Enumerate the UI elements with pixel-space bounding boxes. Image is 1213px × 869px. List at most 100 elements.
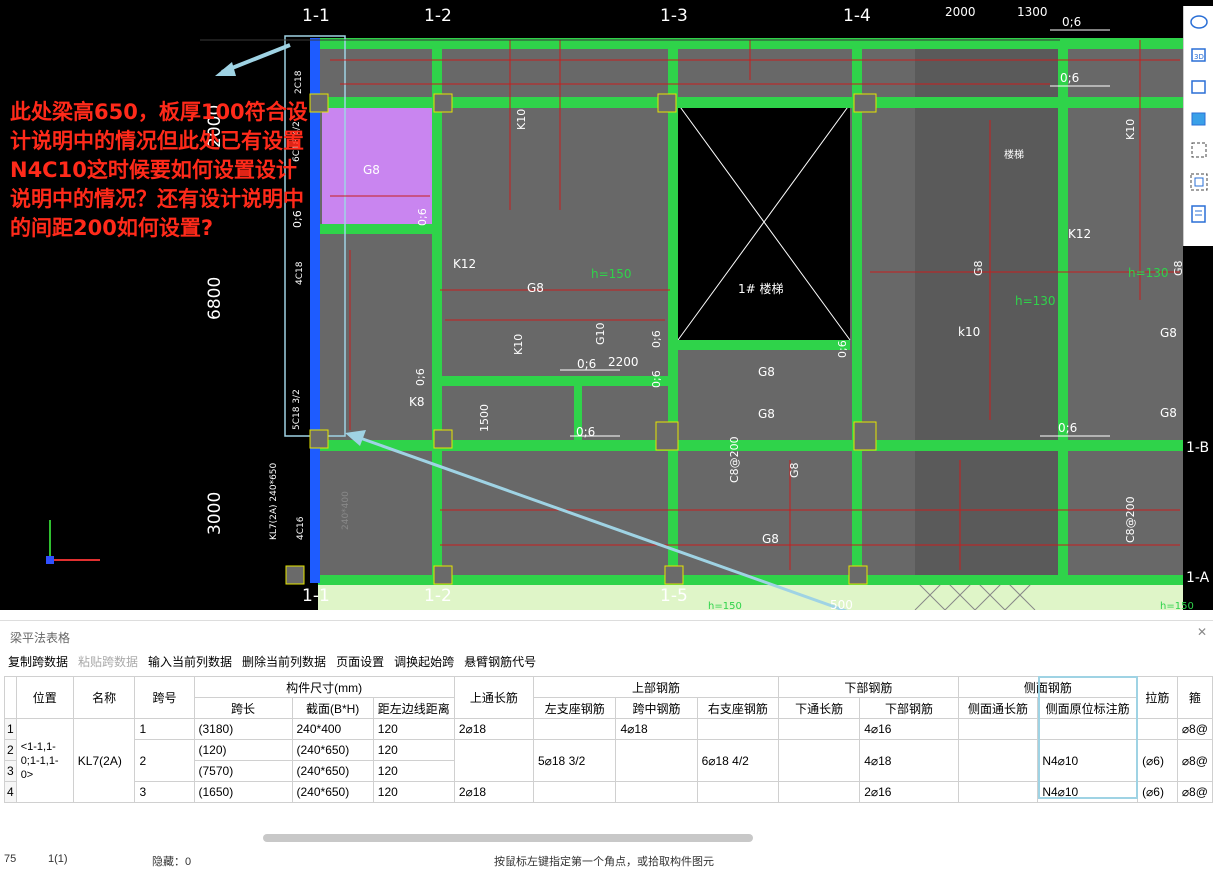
cell-top-continuous[interactable]: 2⌀18 <box>453 718 534 740</box>
cell-mid-span[interactable] <box>615 781 698 803</box>
cell-beam-name[interactable]: KL7(2A) <box>72 718 136 803</box>
header-name: 名称 <box>72 676 136 719</box>
svg-text:K12: K12 <box>1068 227 1091 241</box>
cell-side-continuous[interactable] <box>957 739 1039 782</box>
box-view-icon[interactable] <box>1184 70 1213 102</box>
cell-length[interactable]: (1650) <box>193 781 293 803</box>
svg-text:G8: G8 <box>1160 406 1177 420</box>
svg-text:楼梯: 楼梯 <box>1004 148 1024 161</box>
beam-table-panel: 梁平法表格 ✕ 复制跨数据 粘贴跨数据 输入当前列数据 删除当前列数据 页面设置… <box>0 620 1213 868</box>
svg-text:G8: G8 <box>758 407 775 421</box>
svg-text:0;6: 0;6 <box>576 425 595 439</box>
cell-bottom-bars[interactable]: 4⌀16 <box>859 718 959 740</box>
cell-side-continuous[interactable] <box>957 781 1039 803</box>
cell-stirrup[interactable]: ⌀8@ <box>1176 781 1213 803</box>
svg-text:K8: K8 <box>409 395 425 409</box>
cell-tie[interactable]: (⌀6) <box>1137 739 1178 782</box>
cube-select-icon[interactable] <box>1184 166 1213 198</box>
solid-box-icon[interactable] <box>1184 102 1213 134</box>
selected-beam-kl7[interactable] <box>310 38 320 583</box>
cell-length[interactable]: (7570) <box>193 760 293 782</box>
cell-edge[interactable]: 120 <box>372 739 455 761</box>
page-setup-button[interactable]: 页面设置 <box>336 653 384 675</box>
3d-view-icon[interactable]: 3D <box>1184 38 1213 70</box>
cell-edge[interactable]: 120 <box>372 718 455 740</box>
horizontal-scrollbar[interactable] <box>263 834 753 842</box>
paste-span-button[interactable]: 粘贴跨数据 <box>78 653 138 675</box>
cell-left-support[interactable] <box>532 718 617 740</box>
header-span: 跨号 <box>134 676 195 719</box>
svg-text:0;6: 0;6 <box>414 368 427 386</box>
cell-mid-span[interactable]: 4⌀18 <box>615 718 698 740</box>
svg-text:0;6: 0;6 <box>650 330 663 348</box>
cell-right-support[interactable] <box>696 718 780 740</box>
input-column-button[interactable]: 输入当前列数据 <box>148 653 232 675</box>
svg-text:2200: 2200 <box>608 355 639 369</box>
header-bottom-bars: 下部钢筋 <box>859 697 959 719</box>
cell-span[interactable]: 1 <box>134 718 195 740</box>
svg-text:0;6: 0;6 <box>1060 71 1079 85</box>
swap-start-span-button[interactable]: 调换起始跨 <box>394 653 454 675</box>
cell-bottom-continuous[interactable] <box>778 781 861 803</box>
question-annotation: 此处梁高650，板厚100符合设计说明中的情况但此处已有设置N4C10这时候要如… <box>10 100 308 240</box>
svg-text:G8: G8 <box>1172 260 1185 276</box>
cell-length[interactable]: (120) <box>193 739 293 761</box>
cell-section[interactable]: (240*650) <box>291 760 374 782</box>
svg-text:3D: 3D <box>1194 53 1204 61</box>
svg-text:G8: G8 <box>758 365 775 379</box>
select-region-icon[interactable] <box>1184 134 1213 166</box>
cell-section[interactable]: (240*650) <box>291 781 374 803</box>
svg-text:K10: K10 <box>1124 119 1137 140</box>
cell-stirrup[interactable]: ⌀8@ <box>1176 718 1213 740</box>
svg-text:2C18: 2C18 <box>294 70 304 94</box>
cell-section[interactable]: 240*400 <box>291 718 374 740</box>
svg-text:0;6: 0;6 <box>577 357 596 371</box>
cell-bottom-continuous[interactable] <box>778 739 861 782</box>
cell-right-support[interactable]: 6⌀18 4/2 <box>696 739 780 782</box>
cell-bottom-bars[interactable]: 2⌀16 <box>859 781 959 803</box>
header-tie: 拉筋 <box>1137 676 1178 719</box>
cell-span[interactable]: 3 <box>134 781 195 803</box>
table-row[interactable]: 2 2 (120) (240*650) 120 5⌀18 3/2 6⌀18 4/… <box>4 739 1213 782</box>
properties-icon[interactable] <box>1184 198 1213 230</box>
cell-side-continuous[interactable] <box>957 718 1039 740</box>
cell-tie[interactable] <box>1137 718 1178 740</box>
cell-left-support[interactable] <box>532 781 617 803</box>
cell-top-continuous[interactable] <box>453 739 534 782</box>
svg-text:K10: K10 <box>515 109 528 130</box>
dim-left-3000: 3000 <box>205 491 225 535</box>
cell-span[interactable]: 2 <box>134 739 195 782</box>
orbit-icon[interactable] <box>1184 6 1213 38</box>
cell-tie[interactable]: (⌀6) <box>1137 781 1178 803</box>
cantilever-code-button[interactable]: 悬臂钢筋代号 <box>464 653 536 675</box>
cell-right-support[interactable] <box>696 781 780 803</box>
svg-text:1300: 1300 <box>1017 5 1048 19</box>
cell-left-support[interactable]: 5⌀18 3/2 <box>532 739 617 782</box>
svg-text:4C18: 4C18 <box>295 261 305 285</box>
cell-mid-span[interactable] <box>615 739 698 782</box>
cell-section[interactable]: (240*650) <box>291 739 374 761</box>
cad-canvas[interactable]: G8 G8 G8 G8 G8 G8 G8 K12 K12 K8 k10 2200… <box>0 0 1213 610</box>
floor-plan-drawing[interactable]: G8 G8 G8 G8 G8 G8 G8 K12 K12 K8 k10 2200… <box>0 0 1213 610</box>
svg-text:G8: G8 <box>1160 326 1177 340</box>
cell-length[interactable]: (3180) <box>193 718 293 740</box>
cell-position[interactable]: <1-1,1-0;1-1,1-0> <box>15 718 74 803</box>
cell-bottom-continuous[interactable] <box>778 718 861 740</box>
delete-column-button[interactable]: 删除当前列数据 <box>242 653 326 675</box>
cell-edge[interactable]: 120 <box>372 760 455 782</box>
table-row[interactable]: 4 3 (1650) (240*650) 120 2⌀18 2⌀16 N4⌀10… <box>4 781 1213 803</box>
header-span-length: 跨长 <box>193 697 293 719</box>
cell-bottom-bars[interactable]: 4⌀18 <box>859 739 959 782</box>
svg-text:h=150: h=150 <box>708 601 742 610</box>
svg-text:G8: G8 <box>788 462 801 478</box>
axis-label-top-4: 1-4 <box>843 6 871 26</box>
close-icon[interactable]: ✕ <box>1197 625 1207 639</box>
cell-edge[interactable]: 120 <box>372 781 455 803</box>
copy-span-button[interactable]: 复制跨数据 <box>8 653 68 675</box>
svg-text:2000: 2000 <box>945 5 976 19</box>
cell-stirrup[interactable]: ⌀8@ <box>1176 739 1213 782</box>
cell-top-continuous[interactable]: 2⌀18 <box>453 781 534 803</box>
axis-label-top-1: 1-1 <box>302 6 330 26</box>
table-row[interactable]: 1 <1-1,1-0;1-1,1-0> KL7(2A) 1 (3180) 240… <box>4 718 1213 803</box>
header-mid-span: 跨中钢筋 <box>615 697 698 719</box>
